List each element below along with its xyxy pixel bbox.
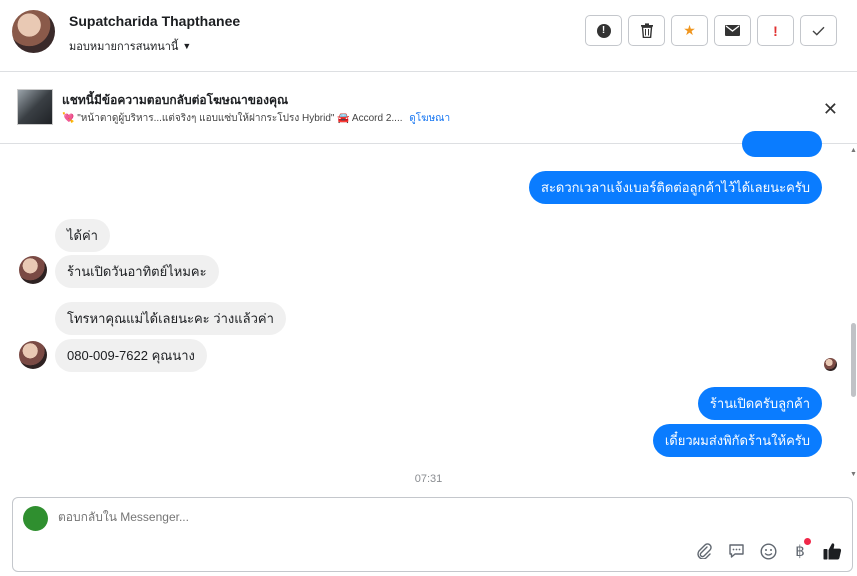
like-button[interactable] <box>822 541 842 561</box>
alert-circle-icon: ! <box>596 23 611 38</box>
conversation-actions: ! ★ ! <box>585 15 837 46</box>
contact-avatar-small <box>19 341 47 369</box>
contact-avatar[interactable] <box>12 10 55 53</box>
ad-snippet-model: Accord 2.... <box>351 113 403 124</box>
exclamation-icon: ! <box>773 22 778 39</box>
delete-button[interactable] <box>628 15 665 46</box>
message-bubble-incoming[interactable]: 080-009-7622 คุณนาง <box>55 339 207 372</box>
message-bubble-incoming[interactable]: ได้ค่า <box>55 219 110 252</box>
trash-icon <box>640 23 653 38</box>
notification-dot <box>804 538 811 545</box>
mark-unread-button[interactable] <box>714 15 751 46</box>
baht-payment-icon: ฿ <box>795 543 805 560</box>
ad-thumbnail[interactable] <box>17 89 53 125</box>
message-bubble-incoming[interactable]: ร้านเปิดวันอาทิตย์ไหมคะ <box>55 255 219 288</box>
follow-up-button[interactable]: ! <box>757 15 794 46</box>
ad-banner-title: แชทนี้มีข้อความตอบกลับต่อโฆษณาของคุณ <box>62 93 289 107</box>
thumbs-up-icon <box>823 543 841 560</box>
emoji-icon <box>759 542 777 560</box>
ad-reply-banner: แชทนี้มีข้อความตอบกลับต่อโฆษณาของคุณ 💘 "… <box>0 72 857 144</box>
check-icon <box>812 26 825 36</box>
scrollbar-thumb[interactable] <box>851 323 856 397</box>
message-bubble-outgoing[interactable] <box>742 131 822 157</box>
star-button[interactable]: ★ <box>671 15 708 46</box>
scroll-down-icon[interactable]: ▼ <box>850 471 857 478</box>
heart-icon: 💘 <box>62 113 75 124</box>
seen-indicator-avatar <box>824 358 837 371</box>
view-ad-link[interactable]: ดูโฆษณา <box>409 113 450 124</box>
contact-name[interactable]: Supatcharida Thapthanee <box>69 13 240 29</box>
attach-button[interactable] <box>694 541 714 561</box>
saved-replies-icon <box>728 544 744 558</box>
saved-replies-button[interactable] <box>726 541 746 561</box>
reply-composer: ฿ <box>12 497 853 572</box>
reply-input[interactable] <box>58 510 558 524</box>
close-icon[interactable]: ✕ <box>823 100 838 118</box>
mark-done-button[interactable] <box>800 15 837 46</box>
message-bubble-outgoing[interactable]: ร้านเปิดครับลูกค้า <box>697 387 822 420</box>
assign-label: มอบหมายการสนทนานี้ <box>69 41 179 53</box>
caret-down-icon: ▼ <box>182 41 192 51</box>
payment-button[interactable]: ฿ <box>790 538 811 561</box>
message-thread[interactable]: สะดวกเวลาแจ้งเบอร์ติดต่อลูกค้าไว้ได้เลยน… <box>0 131 857 495</box>
page-avatar <box>23 506 48 531</box>
envelope-icon <box>725 25 740 36</box>
composer-tools: ฿ <box>694 538 842 561</box>
message-bubble-incoming[interactable]: โทรหาคุณแม่ได้เลยนะคะ ว่างแล้วค่า <box>55 302 286 335</box>
emoji-button[interactable] <box>758 541 778 561</box>
assign-conversation-dropdown[interactable]: มอบหมายการสนทนานี้ ▼ <box>69 37 191 55</box>
ad-snippet: 💘 "หน้าตาดูผู้บริหาร...แต่จริงๆ แอบแซ่บใ… <box>62 111 450 126</box>
mark-spam-button[interactable]: ! <box>585 15 622 46</box>
message-bubble-outgoing[interactable]: เดี๋ยวผมส่งพิกัดร้านให้ครับ <box>652 424 822 457</box>
car-icon: 🚘 <box>337 113 350 124</box>
message-timestamp: 07:31 <box>414 473 443 485</box>
contact-avatar-small <box>19 256 47 284</box>
message-bubble-outgoing[interactable]: สะดวกเวลาแจ้งเบอร์ติดต่อลูกค้าไว้ได้เลยน… <box>529 171 822 204</box>
paperclip-icon <box>697 543 712 559</box>
thread-scrollbar[interactable]: ▲ ▼ <box>849 145 857 495</box>
ad-snippet-text: "หน้าตาดูผู้บริหาร...แต่จริงๆ แอบแซ่บให้… <box>77 113 335 124</box>
conversation-header: Supatcharida Thapthanee มอบหมายการสนทนาน… <box>0 0 857 72</box>
star-icon: ★ <box>683 22 696 38</box>
scroll-up-icon[interactable]: ▲ <box>850 147 857 154</box>
